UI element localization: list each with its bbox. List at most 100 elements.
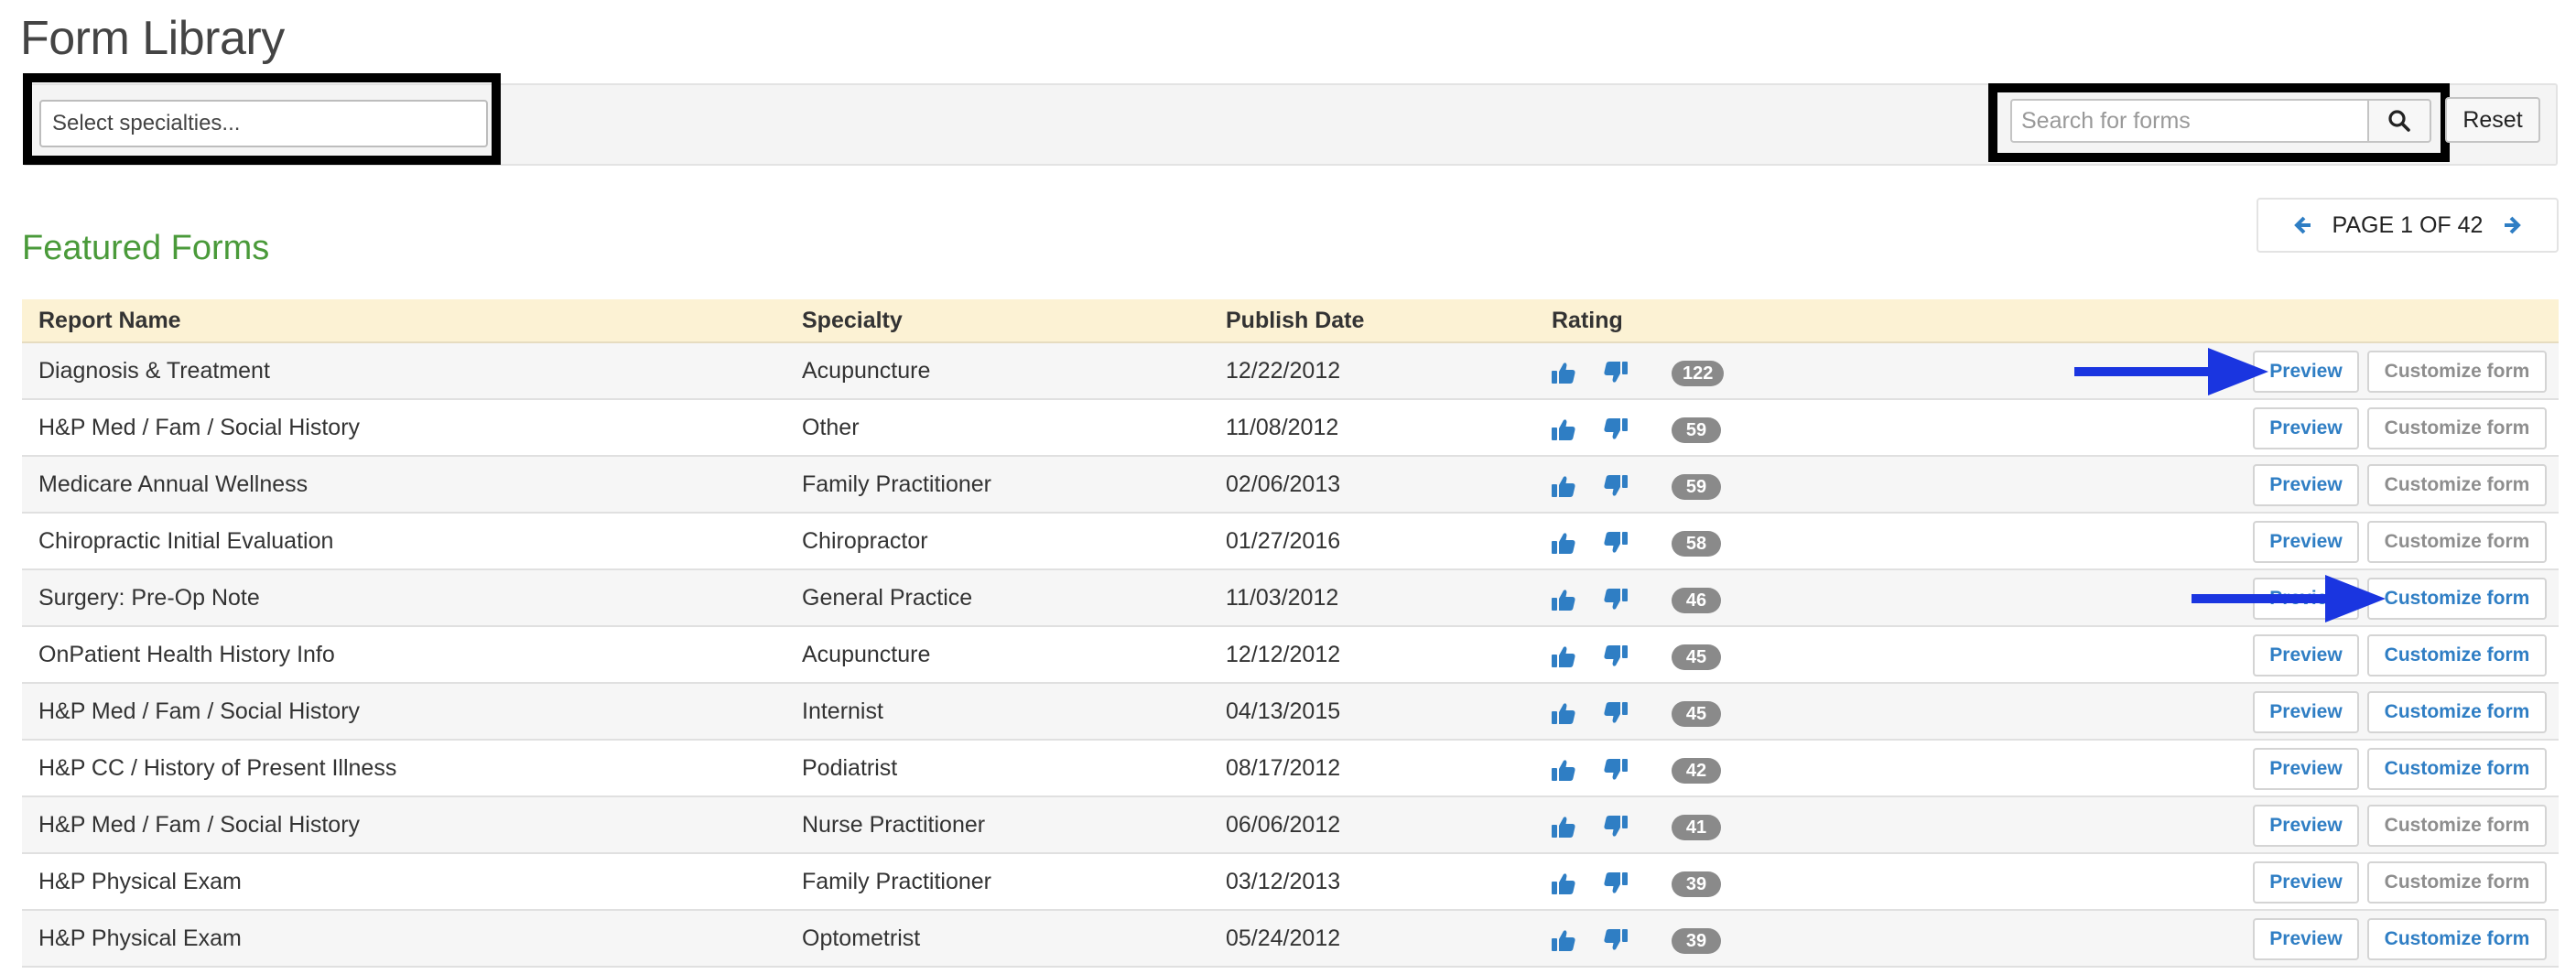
thumbs-down-icon[interactable] [1603,644,1629,668]
column-header-publish-date[interactable]: Publish Date [1226,308,1364,334]
column-header-report-name[interactable]: Report Name [38,308,181,334]
customize-form-button[interactable]: Customize form [2367,805,2547,847]
chevron-right-icon [2505,216,2522,234]
thumbs-up-icon[interactable] [1551,928,1576,952]
table-row: Surgery: Pre-Op Note General Practice 11/0… [22,570,2559,627]
customize-form-button[interactable]: Customize form [2367,691,2547,733]
report-name-cell: H&P Med / Fam / Social History [38,414,361,440]
table-row: H&P Physical Exam Family Practitioner 03/1… [22,854,2559,911]
thumbs-down-icon[interactable] [1603,928,1629,952]
pagination: PAGE 1 OF 42 [2257,198,2559,253]
preview-button[interactable]: Preview [2253,521,2359,563]
preview-button[interactable]: Preview [2253,861,2359,904]
rating-count-badge: 45 [1672,644,1721,670]
preview-button[interactable]: Preview [2253,407,2359,449]
rating-count-badge: 59 [1672,417,1721,443]
specialty-cell: Acupuncture [802,357,931,384]
thumbs-up-icon[interactable] [1551,417,1576,441]
search-icon [2388,110,2410,132]
rating-count-badge: 45 [1672,701,1721,727]
thumbs-down-icon[interactable] [1603,588,1629,611]
report-name-cell: H&P Med / Fam / Social History [38,811,361,838]
search-button[interactable] [2367,99,2431,143]
report-name-cell: Surgery: Pre-Op Note [38,584,260,611]
table-row: H&P Med / Fam / Social History Nurse Prac… [22,797,2559,854]
customize-form-button[interactable]: Customize form [2367,918,2547,960]
specialty-cell: Chiropractor [802,527,928,554]
customize-form-button[interactable]: Customize form [2367,578,2547,620]
table-body: Diagnosis & Treatment Acupuncture 12/22/20… [22,343,2559,968]
thumbs-down-icon[interactable] [1603,815,1629,839]
annotation-arrow-preview [2074,348,2268,395]
thumbs-down-icon[interactable] [1603,531,1629,555]
column-header-rating[interactable]: Rating [1552,308,1623,334]
thumbs-down-icon[interactable] [1603,758,1629,782]
report-name-cell: Medicare Annual Wellness [38,471,308,497]
rating-count-badge: 39 [1672,871,1721,897]
publish-date-cell: 12/12/2012 [1226,641,1341,667]
report-name-cell: H&P Physical Exam [38,868,242,894]
thumbs-up-icon[interactable] [1551,588,1576,611]
next-page-button[interactable] [2503,214,2525,236]
thumbs-up-icon[interactable] [1551,871,1576,895]
thumbs-up-icon[interactable] [1551,701,1576,725]
thumbs-down-icon[interactable] [1603,361,1629,384]
thumbs-down-icon[interactable] [1603,701,1629,725]
preview-button[interactable]: Preview [2253,691,2359,733]
thumbs-down-icon[interactable] [1603,474,1629,498]
column-header-specialty[interactable]: Specialty [802,308,903,334]
customize-form-button[interactable]: Customize form [2367,861,2547,904]
table-row: Medicare Annual Wellness Family Practitio… [22,457,2559,514]
prev-page-button[interactable] [2290,214,2312,236]
customize-form-button[interactable]: Customize form [2367,634,2547,676]
preview-button[interactable]: Preview [2253,805,2359,847]
specialty-cell: Other [802,414,860,440]
table-row: H&P CC / History of Present Illness Podia… [22,741,2559,797]
thumbs-down-icon[interactable] [1603,871,1629,895]
table-header: Report Name Specialty Publish Date Ratin… [22,299,2559,343]
publish-date-cell: 11/08/2012 [1226,414,1339,440]
table-row: OnPatient Health History Info Acupuncture… [22,627,2559,684]
customize-form-button[interactable]: Customize form [2367,748,2547,790]
table-row: H&P Med / Fam / Social History Internist 0… [22,684,2559,741]
customize-form-button[interactable]: Customize form [2367,521,2547,563]
thumbs-up-icon[interactable] [1551,644,1576,668]
rating-count-badge: 59 [1672,474,1721,500]
report-name-cell: Diagnosis & Treatment [38,357,270,384]
thumbs-down-icon[interactable] [1603,417,1629,441]
thumbs-up-icon[interactable] [1551,474,1576,498]
preview-button[interactable]: Preview [2253,918,2359,960]
publish-date-cell: 05/24/2012 [1226,925,1341,951]
report-name-cell: H&P Physical Exam [38,925,242,951]
report-name-cell: H&P CC / History of Present Illness [38,754,397,781]
customize-form-button[interactable]: Customize form [2367,464,2547,506]
publish-date-cell: 01/27/2016 [1226,527,1341,554]
table-row: H&P Physical Exam Optometrist 05/24/2012 39… [22,911,2559,968]
rating-count-badge: 58 [1672,531,1721,557]
publish-date-cell: 02/06/2013 [1226,471,1341,497]
thumbs-up-icon[interactable] [1551,361,1576,384]
rating-count-badge: 41 [1672,815,1721,840]
preview-button[interactable]: Preview [2253,634,2359,676]
rating-count-badge: 122 [1672,361,1725,386]
thumbs-up-icon[interactable] [1551,758,1576,782]
specialty-cell: Family Practitioner [802,471,991,497]
specialty-select[interactable] [39,100,488,147]
reset-button[interactable]: Reset [2445,97,2540,143]
specialty-cell: Optometrist [802,925,921,951]
section-title: Featured Forms [22,229,270,267]
thumbs-up-icon[interactable] [1551,531,1576,555]
thumbs-up-icon[interactable] [1551,815,1576,839]
forms-table: Report Name Specialty Publish Date Ratin… [22,299,2559,968]
preview-button[interactable]: Preview [2253,748,2359,790]
preview-button[interactable]: Preview [2253,464,2359,506]
report-name-cell: H&P Med / Fam / Social History [38,698,361,724]
table-row: Chiropractic Initial Evaluation Chiroprac… [22,514,2559,570]
customize-form-button[interactable]: Customize form [2367,351,2547,393]
customize-form-button[interactable]: Customize form [2367,407,2547,449]
page-title: Form Library [20,12,285,65]
page-indicator: PAGE 1 OF 42 [2332,211,2484,238]
publish-date-cell: 11/03/2012 [1226,584,1339,611]
publish-date-cell: 06/06/2012 [1226,811,1341,838]
search-input[interactable] [2010,99,2367,143]
